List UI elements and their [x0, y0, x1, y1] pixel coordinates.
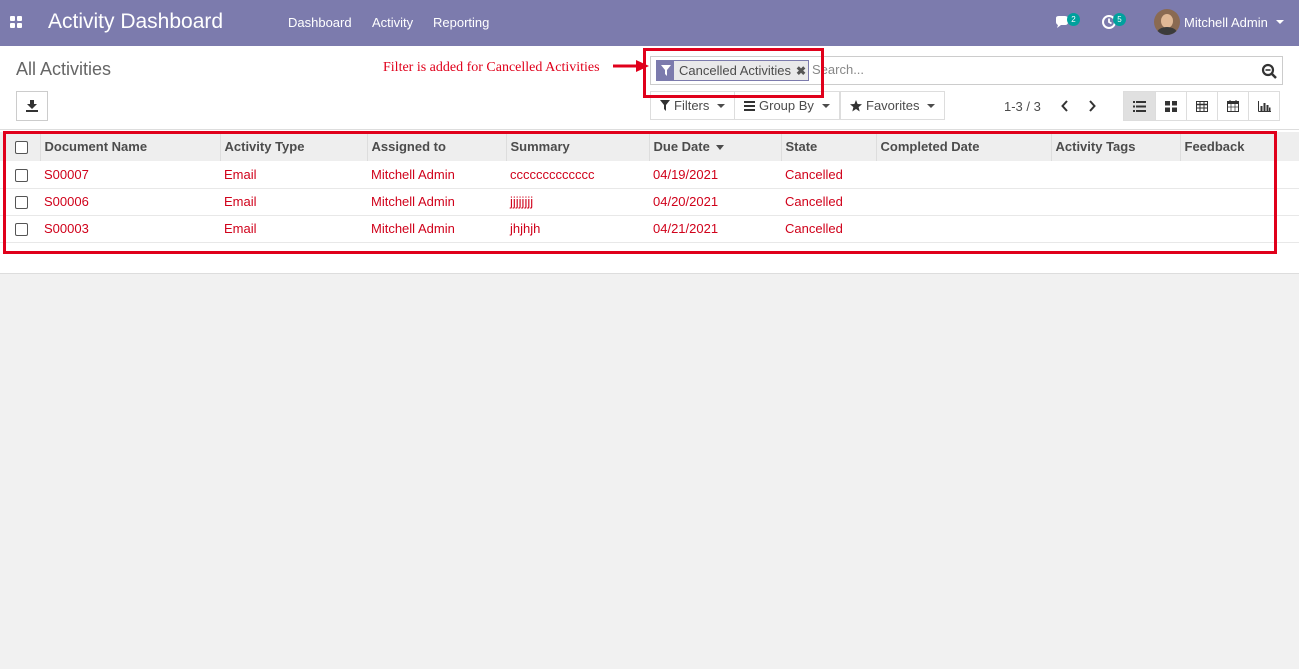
view-switcher: [1123, 91, 1280, 121]
apps-menu-icon[interactable]: [10, 16, 23, 29]
group-by-label: Group By: [759, 98, 814, 113]
list-footer: [0, 268, 1299, 274]
bar-chart-icon: [1257, 100, 1271, 112]
kanban-icon: [1165, 100, 1177, 112]
menu-item-reporting[interactable]: Reporting: [433, 15, 489, 30]
user-avatar[interactable]: [1154, 9, 1180, 35]
filter-icon: [660, 100, 670, 111]
download-icon: [26, 100, 38, 112]
filter-highlight-box: [643, 48, 824, 98]
bars-icon: [744, 100, 755, 111]
app-title: Activity Dashboard: [48, 10, 224, 33]
activities-count-badge: 5: [1113, 13, 1126, 26]
user-menu-caret-icon[interactable]: [1276, 20, 1284, 24]
star-icon: [850, 99, 862, 111]
export-button[interactable]: [16, 91, 48, 121]
calendar-icon: [1227, 100, 1239, 112]
chevron-left-icon: [1061, 100, 1068, 112]
messages-count-badge: 2: [1067, 13, 1080, 26]
kanban-view-button[interactable]: [1155, 92, 1186, 120]
favorites-label: Favorites: [866, 98, 920, 113]
pager-next-button[interactable]: [1085, 98, 1099, 114]
favorites-dropdown[interactable]: Favorites: [840, 91, 946, 120]
top-navbar: Activity Dashboard Dashboard Activity Re…: [0, 0, 1299, 46]
menu-item-dashboard[interactable]: Dashboard: [288, 15, 352, 30]
filters-label: Filters: [674, 98, 710, 113]
table-icon: [1196, 100, 1208, 112]
calendar-view-button[interactable]: [1217, 92, 1248, 120]
search-icon[interactable]: [1261, 63, 1277, 79]
pivot-view-button[interactable]: [1186, 92, 1217, 120]
search-input[interactable]: [812, 62, 1242, 77]
chevron-down-icon: [821, 103, 830, 108]
pager-value[interactable]: 1-3 / 3: [1004, 99, 1041, 114]
menu-item-activity[interactable]: Activity: [372, 15, 413, 30]
breadcrumb: All Activities: [16, 59, 112, 79]
annotation-note: Filter is added for Cancelled Activities: [383, 60, 600, 75]
chevron-down-icon: [717, 103, 726, 108]
graph-view-button[interactable]: [1248, 92, 1279, 120]
pager-previous-button[interactable]: [1058, 98, 1072, 114]
list-view-button[interactable]: [1124, 92, 1155, 120]
list-icon: [1133, 100, 1146, 112]
list-highlight-box: [3, 131, 1277, 254]
chevron-right-icon: [1089, 100, 1096, 112]
chevron-down-icon: [927, 103, 936, 108]
user-menu-name[interactable]: Mitchell Admin: [1184, 15, 1268, 30]
